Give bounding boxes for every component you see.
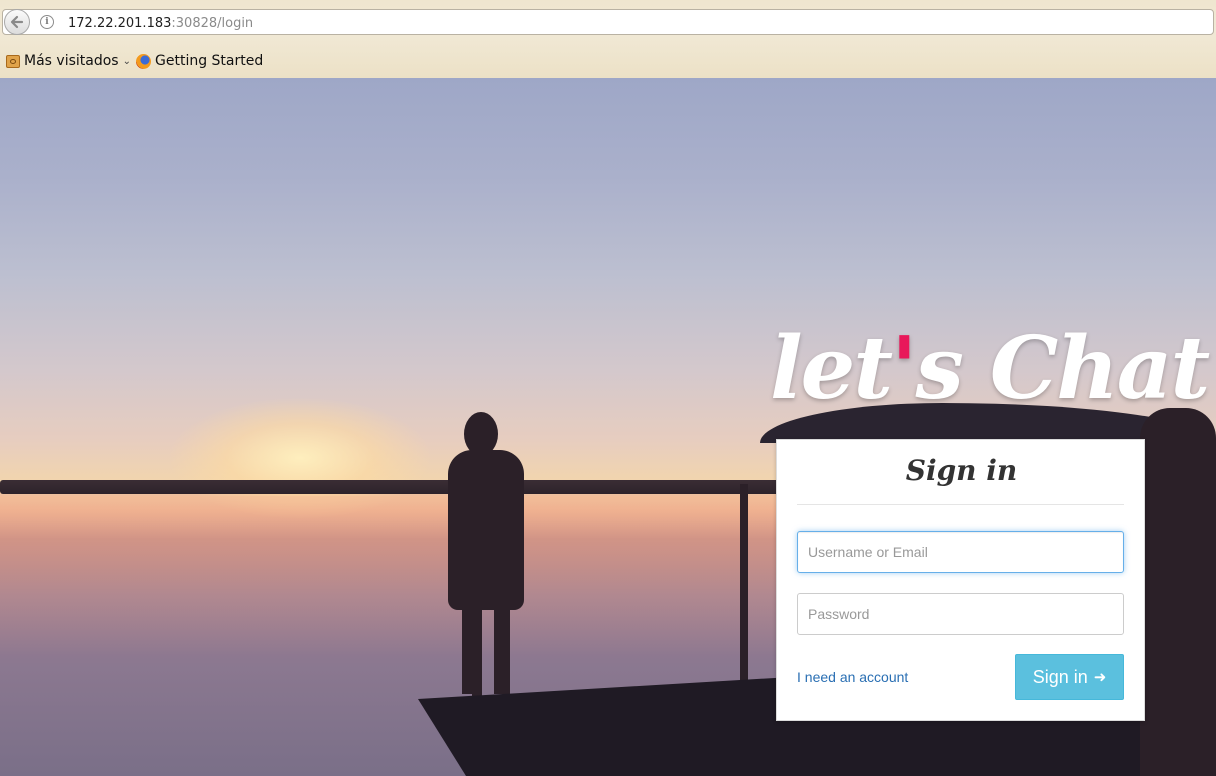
login-panel: Sign in I need an account Sign in ➜ (776, 439, 1145, 721)
shoreline-silhouette (0, 480, 830, 494)
password-input[interactable] (797, 593, 1124, 635)
sign-in-icon: ➜ (1093, 669, 1107, 686)
url-text[interactable]: 172.22.201.183:30828/login (68, 16, 253, 31)
person-silhouette-leg (462, 598, 478, 694)
bookmarks-toolbar: Más visitados ⌄ Getting Started (0, 50, 1216, 72)
need-account-link[interactable]: I need an account (797, 669, 908, 685)
dock-post (740, 484, 748, 684)
bookmark-label: Getting Started (155, 53, 264, 69)
person-silhouette-right (1140, 408, 1216, 776)
url-path: :30828/login (171, 16, 254, 31)
bookmark-getting-started[interactable]: Getting Started (136, 50, 263, 72)
back-button[interactable] (4, 9, 30, 35)
app-logo: let's Chat (770, 318, 1210, 428)
firefox-icon (136, 53, 151, 69)
person-silhouette-body (448, 450, 524, 610)
back-arrow-icon (10, 15, 24, 29)
chevron-down-icon: ⌄ (122, 55, 131, 67)
logo-apostrophe: ' (891, 318, 917, 419)
bookmark-label: Más visitados (24, 53, 119, 69)
signin-button-label: Sign in (1032, 666, 1088, 687)
logo-text-start: let (770, 318, 893, 419)
folder-icon (6, 54, 20, 68)
site-info-icon[interactable]: i (40, 15, 54, 29)
logo-text-end: s Chat (915, 318, 1210, 419)
signin-button[interactable]: Sign in ➜ (1015, 654, 1124, 700)
divider (797, 504, 1124, 505)
signin-title: Sign in (905, 454, 1018, 487)
url-host: 172.22.201.183 (68, 16, 172, 31)
bookmark-mas-visitados[interactable]: Más visitados ⌄ (6, 50, 131, 72)
username-input[interactable] (797, 531, 1124, 573)
person-silhouette-leg (494, 598, 510, 694)
browser-chrome: i 172.22.201.183:30828/login Más visitad… (0, 0, 1216, 79)
